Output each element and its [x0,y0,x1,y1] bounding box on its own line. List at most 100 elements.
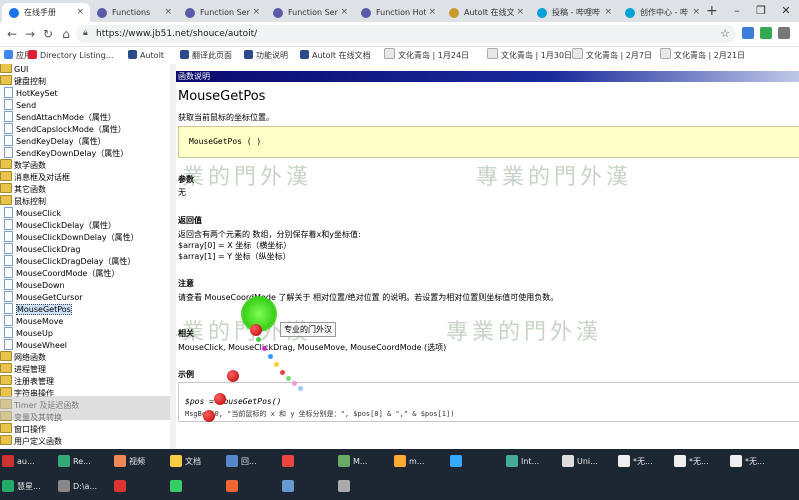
tree-item-label: 其它函数 [14,185,46,194]
taskbar-button[interactable]: Uni... [562,452,598,472]
taskbar-button[interactable]: D:\a... [58,477,97,497]
taskbar-button[interactable] [282,477,297,497]
taskbar: au... Re... 视频 文档 回... M... m... Int... Uni... *无… [0,449,799,500]
browser-tab[interactable]: Function Hot × [354,3,442,22]
tree-item-label: 鼠标控制 [14,197,46,206]
browser-tab[interactable]: Function Sen × [266,3,354,22]
tree-page[interactable]: MouseGetPos [4,303,72,315]
browser-tab[interactable]: 在线手册 × [2,3,90,22]
tree-page[interactable]: HotKeySet [4,87,58,99]
tree-page[interactable]: MouseClickDrag [4,243,80,255]
taskbar-button[interactable]: *无... [730,452,765,472]
tree-page[interactable]: MouseClick [4,207,61,219]
bookmark-item[interactable]: 文化青岛 | 2月7日 [572,47,652,64]
tree-folder[interactable]: 键盘控制 [0,75,46,87]
function-description: 获取当前鼠标的坐标位置。 [178,113,274,122]
bookmark-item[interactable]: 文化青岛 | 1月24日 [384,47,469,64]
taskbar-button[interactable]: 视频 [114,452,145,472]
browser-tab[interactable]: AutoIt 在线文 × [442,3,530,22]
tree-page[interactable]: MouseUp [4,327,53,339]
taskbar-button[interactable] [450,452,465,472]
tree-page[interactable]: MouseDown [4,279,65,291]
tree-page[interactable]: MouseCoordMode（属性） [4,267,119,279]
taskbar-button[interactable] [226,477,241,497]
tree-folder[interactable]: 进程管理 [0,363,46,375]
tab-close-icon[interactable]: × [604,3,612,22]
minimize-button[interactable]: – [726,2,748,20]
bookmark-item[interactable]: 功能说明 [244,47,288,64]
bookmark-item[interactable]: 文化青岛 | 1月30日 [487,47,572,64]
bookmark-item[interactable]: 文化青岛 | 2月21日 [660,47,745,64]
maximize-button[interactable]: ❐ [750,2,772,20]
tree-folder[interactable]: 注册表管理 [0,375,54,387]
taskbar-button[interactable]: 慧星... [2,477,41,497]
taskbar-button[interactable] [338,477,353,497]
tab-close-icon[interactable]: × [252,3,260,22]
taskbar-button[interactable]: 回... [226,452,257,472]
site-icon [244,50,253,59]
back-icon[interactable]: ← [4,25,20,43]
bookmark-item[interactable]: Directory Listing... [28,47,113,64]
close-window-button[interactable]: ✕ [775,2,797,20]
tree-folder[interactable]: 鼠标控制 [0,195,46,207]
tab-close-icon[interactable]: × [516,3,524,22]
tree-page[interactable]: MouseClickDragDelay（属性） [4,255,135,267]
browser-tab[interactable]: Functions × [90,3,178,22]
tree-folder[interactable]: 数学函数 [0,159,46,171]
browser-tab[interactable]: 投稿 - 哔哩哔 × [530,3,618,22]
tree-page[interactable]: SendAttachMode（属性） [4,111,116,123]
forward-icon[interactable]: → [22,25,38,43]
taskbar-button[interactable]: Re... [58,452,91,472]
menu-icon[interactable] [778,27,790,39]
tree-page[interactable]: MouseClickDelay（属性） [4,219,116,231]
tab-close-icon[interactable]: × [428,3,436,22]
tab-close-icon[interactable]: × [164,3,172,22]
reload-icon[interactable]: ↻ [40,25,56,43]
tree-folder[interactable]: 消息框及对话框 [0,171,70,183]
taskbar-button[interactable]: au... [2,452,35,472]
taskbar-button[interactable]: M... [338,452,368,472]
taskbar-button[interactable]: m... [394,452,424,472]
tree-page[interactable]: MouseGetCursor [4,291,83,303]
tab-close-icon[interactable]: × [340,3,348,22]
tree-page[interactable]: MouseClickDownDelay（属性） [4,231,139,243]
taskbar-button[interactable]: *无... [618,452,653,472]
taskbar-button[interactable] [170,477,185,497]
tree-page[interactable]: SendKeyDownDelay（属性） [4,147,128,159]
browser-tab[interactable]: 创作中心 - 哔 × [618,3,706,22]
extension-icon[interactable] [742,27,754,39]
bookmark-item[interactable]: 翻译此页面 [180,47,232,64]
tree-folder[interactable]: 窗口操作 [0,423,46,435]
bookmark-item[interactable]: AutoIt 在线文档 [300,47,371,64]
trail-dot [268,354,273,359]
extension-icon[interactable] [760,27,772,39]
taskbar-button[interactable] [282,452,297,472]
tab-close-icon[interactable]: × [76,3,84,22]
home-icon[interactable]: ⌂ [58,25,74,43]
taskbar-button[interactable]: 文档 [170,452,201,472]
tab-favicon-icon [97,8,107,18]
address-bar[interactable]: 🔒︎ https://www.jb51.net/shouce/autoit/ ☆ [76,25,736,43]
tab-close-icon[interactable]: × [692,3,700,22]
tree-page[interactable]: SendKeyDelay（属性） [4,135,106,147]
folder-icon [0,75,12,85]
taskbar-button[interactable]: Int... [506,452,539,472]
return-line: 返回含有两个元素的 数组，分别保存着x和y坐标值: [178,230,361,239]
function-tree[interactable]: GUI 键盘控制 HotKeySet Send SendAttachMode（属性） Se… [0,64,172,449]
tree-folder[interactable]: GUI [0,64,28,75]
example-heading: 示例 [178,370,194,379]
app-icon [114,455,126,467]
tree-page[interactable]: MouseMove [4,315,63,327]
new-tab-button[interactable]: + [706,3,722,19]
tree-folder[interactable]: 其它函数 [0,183,46,195]
taskbar-button[interactable]: *无... [674,452,709,472]
tree-folder[interactable]: 用户定义函数 [0,435,62,447]
taskbar-button[interactable] [114,477,129,497]
tree-page[interactable]: SendCapslockMode（属性） [4,123,126,135]
tree-page[interactable]: MouseWheel [4,339,67,351]
browser-tab[interactable]: Function Sen × [178,3,266,22]
bookmark-item[interactable]: AutoIt [128,47,164,64]
tree-page[interactable]: Send [4,99,36,111]
tree-folder[interactable]: 网络函数 [0,351,46,363]
bookmark-star-icon[interactable]: ☆ [720,25,730,43]
